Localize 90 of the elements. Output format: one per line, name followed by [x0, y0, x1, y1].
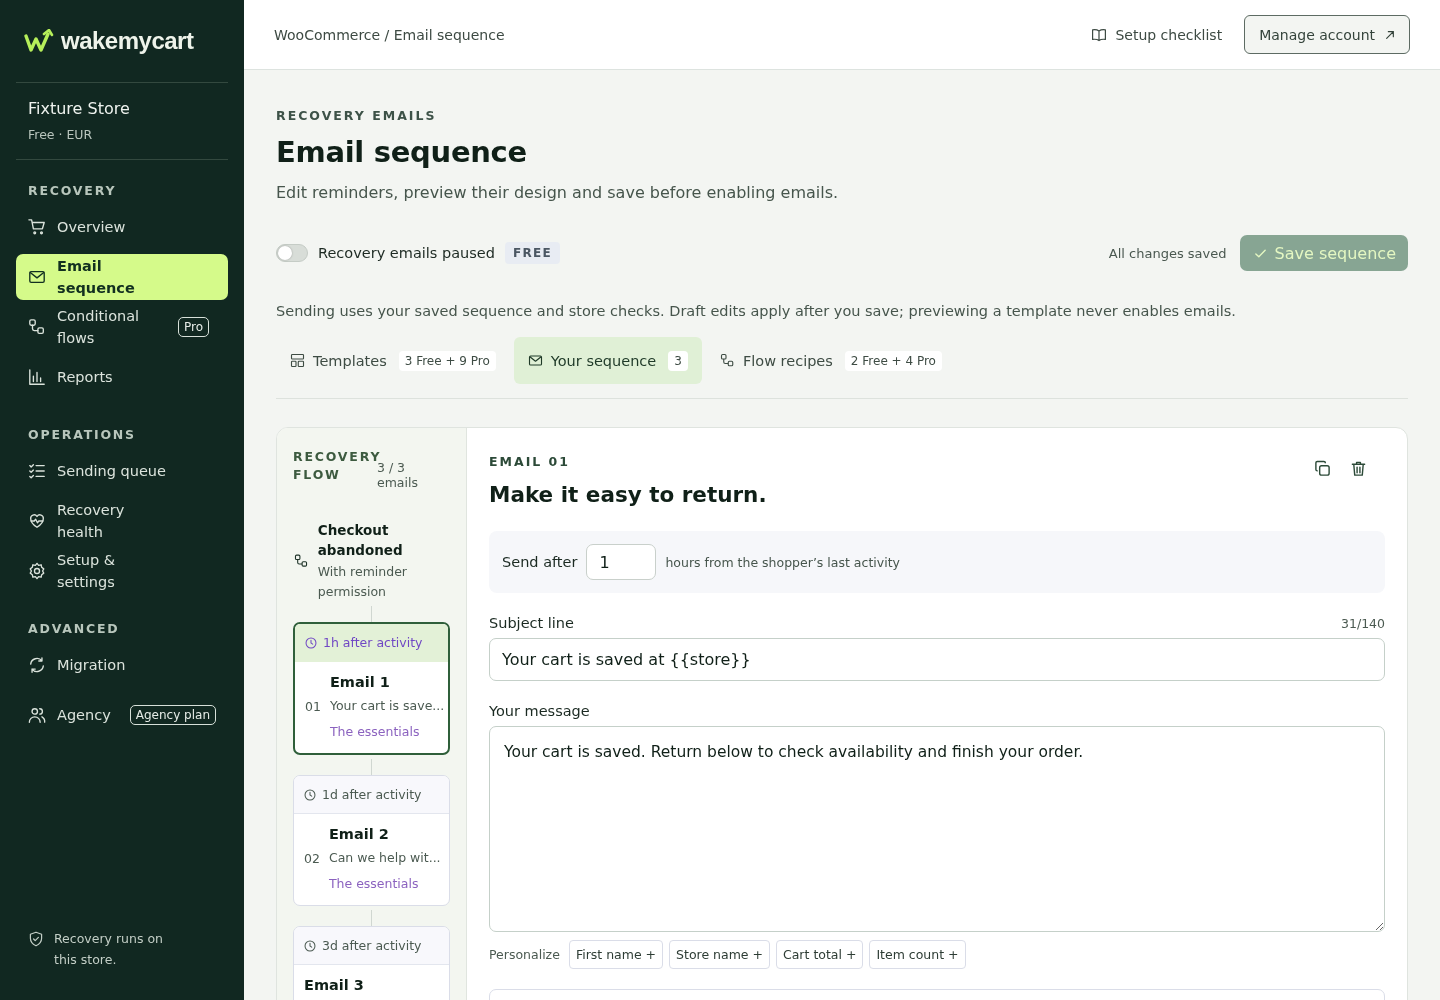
nav-item[interactable]: Migration — [16, 642, 228, 688]
sync-icon — [28, 656, 46, 674]
flow-icon — [294, 552, 309, 570]
section-heading: OPERATIONS — [27, 426, 137, 444]
chart-icon — [28, 368, 46, 386]
clock-icon — [305, 636, 317, 649]
flow-icon — [28, 318, 46, 336]
field-label: Your message — [489, 703, 590, 719]
save-status: All changes saved — [1108, 245, 1227, 261]
token-chip[interactable]: Item count + — [869, 940, 966, 969]
email-number: 02 — [304, 851, 320, 866]
field-hint: hours from the shopper’s last activity — [665, 554, 900, 570]
nav-item[interactable]: Recovery health — [16, 498, 228, 544]
email-title: Email 1 — [329, 674, 391, 690]
nav-item[interactable]: Overview — [16, 204, 228, 250]
manage-account-button[interactable]: Manage account — [1244, 15, 1410, 54]
book-icon — [1091, 26, 1108, 43]
mail-icon — [28, 268, 46, 286]
page-title: Email sequence — [276, 135, 528, 169]
people-icon — [28, 706, 46, 724]
page-subtitle: Edit reminders, preview their design and save before enabling emails. — [276, 183, 840, 202]
gear-icon — [28, 562, 46, 580]
hours-input[interactable]: 1 — [586, 544, 657, 580]
nav-item[interactable]: Sending queue — [16, 448, 228, 494]
nav-item[interactable]: Conditional flows Pro — [16, 304, 228, 350]
heart-icon — [28, 512, 46, 530]
section-heading: RECOVERY — [27, 182, 118, 200]
token-chip[interactable]: Cart total + — [776, 940, 864, 969]
email-heading: Make it easy to return. — [489, 482, 767, 507]
section-heading: ADVANCED — [27, 620, 121, 638]
trash-icon[interactable] — [1350, 460, 1367, 477]
page-eyebrow: RECOVERY EMAILS — [276, 108, 438, 123]
nav-item[interactable]: Setup & settings — [16, 548, 228, 594]
nav-item[interactable]: Email sequence — [16, 254, 228, 300]
token-chip[interactable]: First name + — [568, 940, 664, 969]
nav-item[interactable]: Reports — [16, 354, 228, 400]
tab[interactable]: Templates 3 Free + 9 Pro — [276, 337, 510, 384]
copy-icon[interactable] — [1314, 460, 1331, 477]
email-timing: 1h after activity — [323, 635, 423, 650]
toggle-switch[interactable] — [276, 244, 308, 262]
flow-icon — [719, 353, 735, 368]
email-subject: Can we help wit... — [328, 850, 441, 865]
field-label: Subject line — [489, 615, 574, 631]
layout-icon — [290, 353, 305, 368]
email-step-card[interactable]: 1h after activity 01 Email 1 Your cart is save... The essentials — [293, 622, 450, 755]
plan-badge: Pro — [178, 317, 210, 337]
nav-item[interactable]: Agency Agency plan — [16, 692, 228, 738]
email-timing: 3d after activity — [322, 938, 422, 953]
plan-badge: FREE — [504, 242, 560, 264]
brand-name: wakemycart — [61, 27, 194, 55]
field-label: Send after — [502, 554, 578, 570]
subject-input[interactable]: Your cart is saved at {{store}} — [489, 638, 1385, 681]
template-name: The essentials — [329, 724, 421, 739]
clock-icon — [304, 939, 316, 952]
tab[interactable]: Flow recipes 2 Free + 4 Pro — [705, 337, 956, 384]
plan-badge: Agency plan — [129, 705, 216, 725]
token-chip[interactable]: Store name + — [669, 940, 770, 969]
char-counter: 31/140 — [1341, 616, 1385, 631]
email-subject: Your cart is save... — [329, 698, 445, 713]
email-number: 01 — [305, 699, 321, 714]
tab-count: 3 Free + 9 Pro — [398, 350, 496, 371]
email-count: 3 / 3 emails — [377, 460, 419, 490]
clock-icon — [304, 788, 316, 801]
email-timing: 1d after activity — [322, 787, 422, 802]
info-text: Sending uses your saved sequence and store checks. Draft edits apply after you save; previewing a template never enables emails. — [276, 303, 1237, 319]
trigger-note: With reminder permission — [317, 563, 408, 601]
trigger-title: Checkout abandoned — [317, 521, 404, 560]
store-plan: Free · EUR — [28, 127, 94, 142]
breadcrumb: WooCommerce / Email sequence — [274, 26, 505, 43]
tab-count: 2 Free + 4 Pro — [844, 350, 942, 371]
email-step-card[interactable]: 1d after activity 02 Email 2 Can we help wit... The essentials — [293, 775, 450, 906]
store-name: Fixture Store — [28, 99, 131, 118]
list-icon — [28, 462, 46, 480]
setup-checklist-link[interactable]: Setup checklist — [1091, 26, 1223, 43]
email-step-card[interactable]: 3d after activity Email 3 — [293, 926, 450, 1000]
toggle-label: Recovery emails paused — [318, 245, 495, 261]
tab[interactable]: Your sequence 3 — [513, 337, 702, 384]
cart-icon — [28, 218, 46, 236]
message-textarea[interactable]: Your cart is saved. Return below to check availability and finish your order. — [489, 726, 1385, 932]
email-title: Email 2 — [328, 826, 390, 842]
template-name: The essentials — [328, 876, 420, 891]
footer-note: Recovery runs on this store. — [54, 930, 164, 969]
shield-check-icon — [28, 930, 44, 948]
personalize-label: Personalize — [489, 947, 560, 962]
external-arrow-icon — [1385, 29, 1395, 40]
mail-icon — [527, 353, 543, 368]
email-title: Email 3 — [304, 977, 364, 993]
email-eyebrow: EMAIL 01 — [489, 454, 571, 469]
tab-count: 3 — [668, 350, 688, 371]
logo-icon — [24, 29, 54, 53]
